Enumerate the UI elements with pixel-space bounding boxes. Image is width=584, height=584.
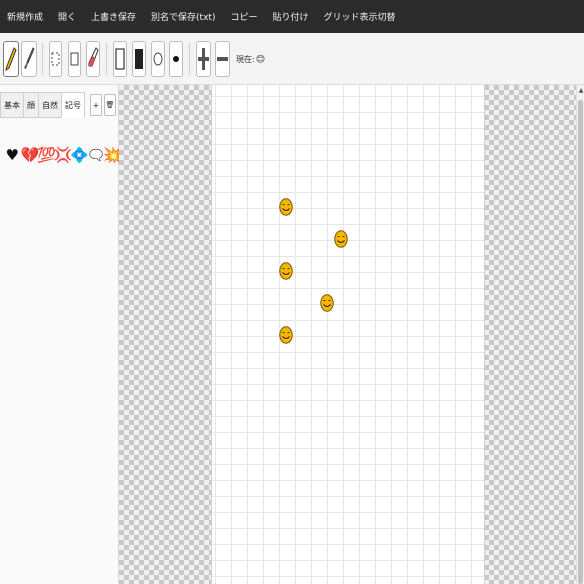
select-icon [51,52,60,66]
palette-collision[interactable]: 💥 [103,144,122,166]
grid-minus-icon [217,57,228,61]
rect-outline-icon [70,52,79,66]
current-char-indicator: 現在: 😊 [236,54,265,65]
brush-icon [24,47,35,69]
palette-heart-suit[interactable]: ♥ [4,144,21,166]
menu-copy[interactable]: コピー [230,10,257,23]
grid-minus-button[interactable] [215,41,230,77]
toolbar-separator [189,43,190,75]
tab-face[interactable]: 顔 [23,92,38,118]
select-tool-button[interactable] [49,41,62,77]
dot-icon [173,56,179,62]
eraser-tool-button[interactable] [86,41,100,77]
palette-speech-bubble[interactable]: 🗨 [87,144,106,166]
palette-diamond-dot[interactable]: 💠 [70,144,89,166]
pencil-tool-button[interactable] [3,41,19,77]
current-char-label: 現在: [236,55,255,64]
menu-bar: 新規作成 開く 上書き保存 別名で保存(txt) コピー 貼り付け グリッド表示… [0,0,584,33]
tab-basic[interactable]: 基本 [0,92,23,118]
menu-new[interactable]: 新規作成 [7,10,43,23]
placed-smiley-emoji[interactable] [334,230,348,248]
placed-smiley-emoji[interactable] [320,294,334,312]
delete-category-button[interactable]: 🗑 [104,94,116,116]
rect-fill-icon [135,49,143,69]
current-char-value: 😊 [255,54,266,65]
circle-outline-button[interactable] [151,41,165,77]
brush-tool-button[interactable] [21,41,37,77]
add-category-button[interactable]: + [90,94,102,116]
trash-icon: 🗑 [105,101,115,109]
toolbar [0,33,584,85]
dot-button[interactable] [169,41,183,77]
scroll-up-arrow-icon[interactable]: ▲ [577,87,584,95]
vertical-scrollbar[interactable]: ▲ [576,85,584,584]
drawing-canvas[interactable] [211,85,485,584]
rect-outline-icon [115,48,125,70]
pencil-icon [5,47,17,72]
placed-smiley-emoji[interactable] [279,326,293,344]
eraser-icon [88,47,99,67]
placed-smiley-emoji[interactable] [279,262,293,280]
palette-anger-symbol[interactable]: 💢 [54,144,73,166]
toolbar-separator [42,43,43,75]
circle-outline-icon [153,52,163,66]
grid-plus-button[interactable] [196,41,211,77]
palette-broken-heart[interactable]: 💔 [21,144,40,166]
sidebar: 基本 顔 自然 記号 + 🗑 ♥ 💔 💯 💢 💠 🗨 💥 [0,85,122,584]
emoji-palette: ♥ 💔 💯 💢 💠 🗨 💥 [4,144,122,166]
tab-nature[interactable]: 自然 [38,92,61,118]
grid-plus-icon [198,48,209,70]
workspace [119,85,576,584]
tab-symbols[interactable]: 記号 [61,92,85,118]
scrollbar-thumb[interactable] [578,100,583,584]
menu-toggle-grid[interactable]: グリッド表示切替 [324,10,396,23]
menu-save[interactable]: 上書き保存 [91,10,136,23]
menu-open[interactable]: 開く [58,10,76,23]
palette-hundred-points[interactable]: 💯 [37,144,56,166]
category-tabs: 基本 顔 自然 記号 [0,92,85,118]
rect-outline-button[interactable] [113,41,127,77]
rect-select-button[interactable] [68,41,81,77]
placed-smiley-emoji[interactable] [279,198,293,216]
toolbar-separator [106,43,107,75]
rect-fill-button[interactable] [132,41,146,77]
menu-save-as-txt[interactable]: 別名で保存(txt) [151,10,215,23]
menu-paste[interactable]: 貼り付け [272,10,308,23]
